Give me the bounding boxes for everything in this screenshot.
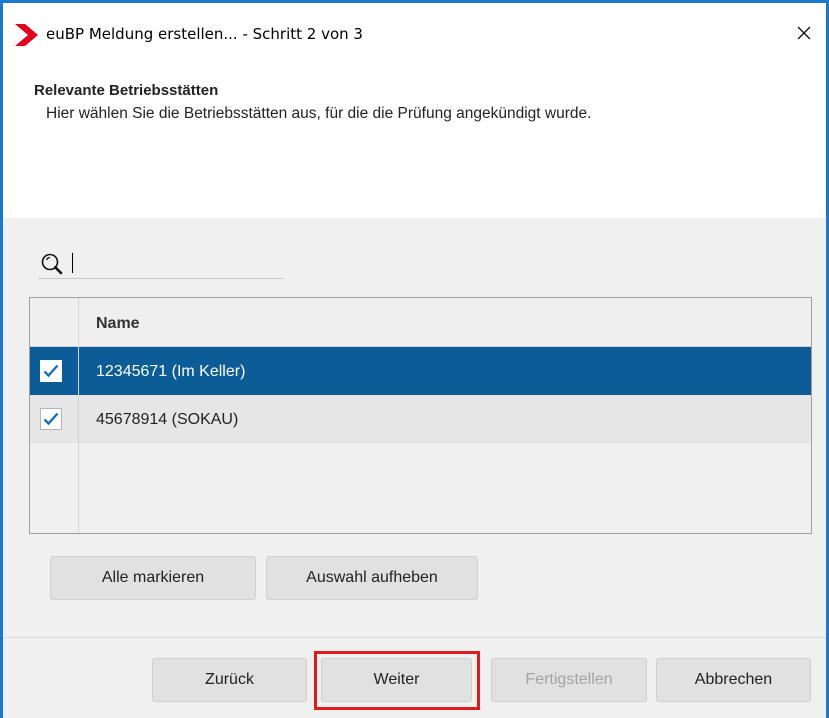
- window-title: euBP Meldung erstellen... - Schritt 2 vo…: [46, 25, 363, 43]
- close-button[interactable]: [788, 19, 820, 51]
- checkbox-cell: [30, 395, 78, 443]
- wizard-dialog: euBP Meldung erstellen... - Schritt 2 vo…: [0, 0, 829, 718]
- back-button[interactable]: Zurück: [152, 658, 307, 702]
- deselect-all-button[interactable]: Auswahl aufheben: [266, 556, 478, 600]
- column-header-name[interactable]: Name: [96, 315, 140, 333]
- app-logo-icon: [11, 23, 41, 47]
- search-input[interactable]: [70, 251, 280, 275]
- search-field[interactable]: [38, 248, 284, 279]
- row-name: 45678914 (SOKAU): [96, 411, 239, 428]
- checkmark-icon: [43, 364, 59, 378]
- text-caret: [72, 253, 73, 273]
- title-bar[interactable]: euBP Meldung erstellen... - Schritt 2 vo…: [3, 3, 826, 65]
- checkmark-icon: [43, 412, 59, 426]
- column-divider: [78, 298, 79, 533]
- footer-separator: [3, 637, 826, 638]
- row-checkbox[interactable]: [40, 408, 62, 430]
- establishments-table[interactable]: Name 12345671 (Im Keller) 45678914 (SOKA…: [29, 297, 812, 534]
- next-button[interactable]: Weiter: [321, 658, 472, 702]
- row-checkbox[interactable]: [40, 360, 62, 382]
- section-title: Relevante Betriebsstätten: [34, 82, 219, 99]
- checkbox-cell: [30, 347, 78, 395]
- search-icon: [38, 251, 68, 277]
- finish-button: Fertigstellen: [491, 658, 647, 702]
- table-header: Name: [30, 298, 811, 347]
- table-row[interactable]: 45678914 (SOKAU): [30, 395, 811, 443]
- close-icon: [796, 25, 812, 46]
- cancel-button[interactable]: Abbrechen: [656, 658, 811, 702]
- select-all-button[interactable]: Alle markieren: [50, 556, 256, 600]
- table-row[interactable]: 12345671 (Im Keller): [30, 347, 811, 395]
- section-description: Hier wählen Sie die Betriebsstätten aus,…: [46, 105, 592, 122]
- row-name: 12345671 (Im Keller): [96, 363, 246, 380]
- wizard-header: Relevante Betriebsstätten Hier wählen Si…: [3, 65, 826, 218]
